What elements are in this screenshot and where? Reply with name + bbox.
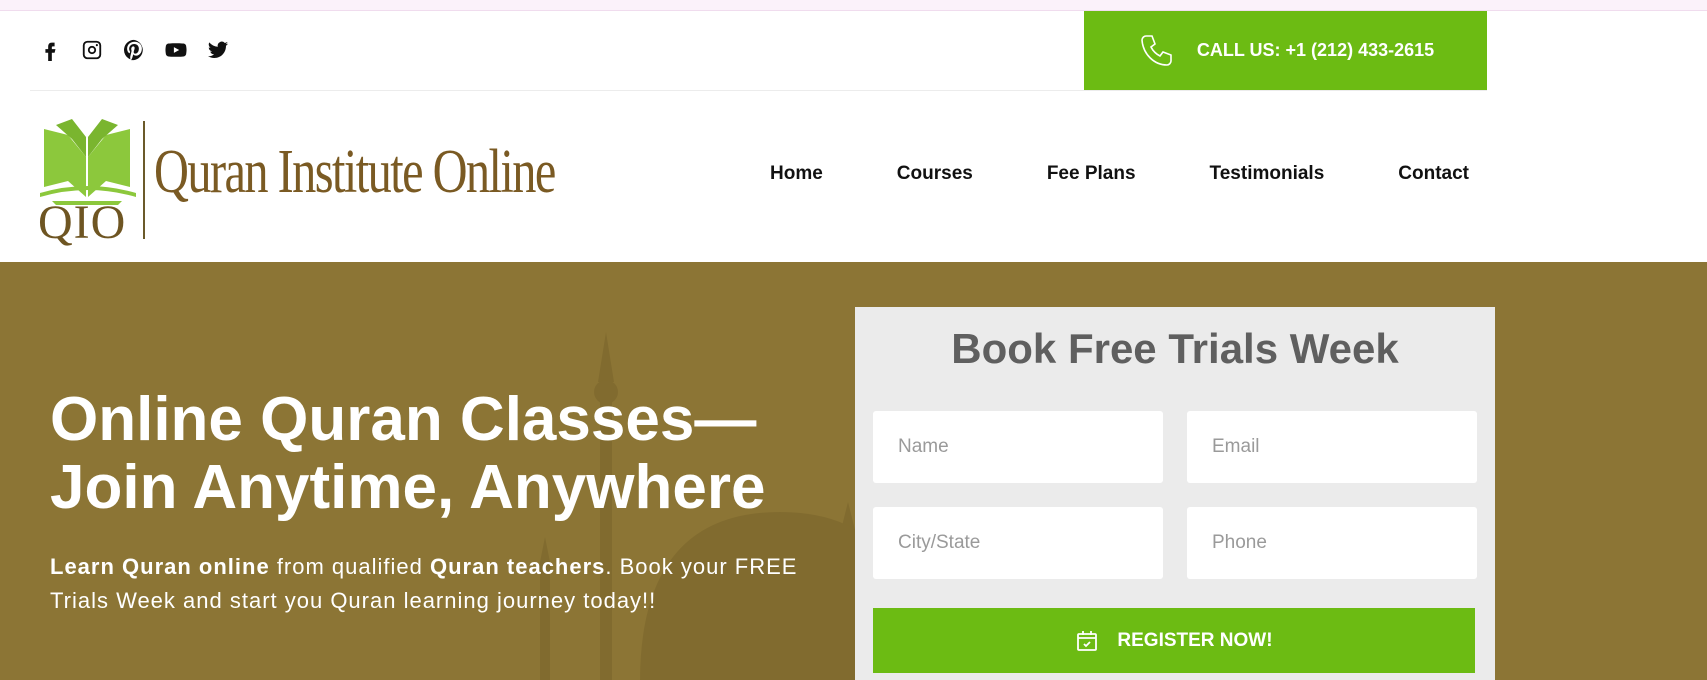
phone-icon [1141,34,1172,66]
nav-item-home[interactable]: Home [770,163,823,185]
nav-item-testimonials[interactable]: Testimonials [1210,163,1325,185]
trial-booking-form: Book Free Trials Week REGISTER NOW! [855,307,1495,680]
social-links [38,38,230,62]
main-nav: Home Courses Fee Plans Testimonials Cont… [770,163,1469,185]
hero-title: Online Quran Classes— Join Anytime, Anyw… [50,386,810,522]
calendar-check-icon [1077,630,1098,651]
logo-divider [143,121,145,239]
hero-sub-bold-1: Learn Quran online [50,554,270,579]
hero-section: Online Quran Classes— Join Anytime, Anyw… [0,262,1707,680]
facebook-icon[interactable] [38,38,62,62]
hero-sub-bold-2: Quran teachers [430,554,606,579]
logo-abbreviation: QIO [38,196,127,249]
pinterest-icon[interactable] [122,38,146,62]
twitter-icon[interactable] [206,38,230,62]
hero-title-line2: Join Anytime, Anywhere [50,453,766,522]
logo-wordmark: Quran Institute Online [154,138,556,206]
nav-item-contact[interactable]: Contact [1398,163,1469,185]
hero-title-line1: Online Quran Classes— [50,385,757,454]
hero-sub-text-1: from qualified [269,554,430,579]
register-now-button[interactable]: REGISTER NOW! [873,608,1475,673]
name-input[interactable] [873,411,1163,483]
call-us-label: CALL US: +1 (212) 433-2615 [1196,40,1435,60]
instagram-icon[interactable] [80,38,104,62]
nav-item-courses[interactable]: Courses [897,163,973,185]
site-header: QIO Quran Institute Online Home Courses … [0,91,1707,262]
phone-input[interactable] [1187,507,1477,579]
hero-subtitle: Learn Quran online from qualified Quran … [50,550,820,618]
youtube-icon[interactable] [164,38,188,62]
register-now-label: REGISTER NOW! [1117,629,1273,651]
email-input[interactable] [1187,411,1477,483]
call-us-button[interactable]: CALL US: +1 (212) 433-2615 [1084,11,1487,90]
nav-item-fee-plans[interactable]: Fee Plans [1047,163,1136,185]
site-logo[interactable]: QIO Quran Institute Online [38,117,556,249]
city-state-input[interactable] [873,507,1163,579]
form-title: Book Free Trials Week [951,325,1399,372]
